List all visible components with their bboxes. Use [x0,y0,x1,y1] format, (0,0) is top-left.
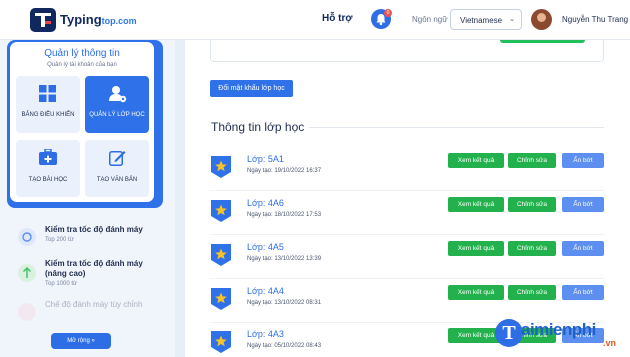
class-created-date: Ngày tạo: 05/10/2022 08:43 [247,343,322,349]
edit-class-button[interactable]: Chỉnh sửa [508,197,556,212]
user-gear-icon [109,86,127,103]
top-panel [210,40,604,62]
chevron-down-icon: ⌄ [509,16,515,23]
view-results-button[interactable]: Xem kết quả [448,197,504,212]
typingtop-logo-icon[interactable] [30,8,56,32]
menu-item-subtitle: Top 1000 từ [45,281,78,287]
top-header: Typingtop.com Hỗ trợ 0 Ngôn ngữ Vietname… [0,0,630,40]
star-badge-icon [211,200,231,222]
menu-item-typing-test-advanced[interactable]: Kiểm tra tốc độ đánh máy (nâng cao) Top … [18,259,168,289]
view-results-button[interactable]: Xem kết quả [448,153,504,168]
user-avatar[interactable] [531,9,552,30]
class-row: Lớp: 5A1 Ngày tạo: 19/10/2022 16:37 Xem kế… [210,152,604,188]
hide-class-button[interactable]: Ẩn bớt [562,241,604,256]
section-divider [309,127,604,128]
nav-help-link[interactable]: Hỗ trợ [322,13,352,24]
tile-create-lesson[interactable]: TẠO BÀI HỌC [16,140,80,197]
info-card-title: Quản lý thông tin [44,48,120,59]
edit-class-button[interactable]: Chỉnh sửa [508,153,556,168]
tile-dashboard[interactable]: BẢNG ĐIỀU KHIỂN [16,76,80,133]
language-label: Ngôn ngữ [412,15,448,24]
sidebar-divider [175,40,185,357]
class-row: Lớp: 4A6 Ngày tạo: 18/10/2022 17:53 Xem kế… [210,196,604,232]
class-created-date: Ngày tạo: 19/10/2022 16:37 [247,168,322,174]
menu-item-custom-typing[interactable]: Chế độ đánh máy tùy chỉnh [18,300,168,330]
class-name[interactable]: Lớp: 5A1 [247,154,284,164]
star-badge-icon [211,331,231,353]
menu-item-title: Kiểm tra tốc độ đánh máy [45,225,143,234]
menu-item-title: Chế độ đánh máy tùy chỉnh [45,300,143,309]
row-divider [210,278,604,279]
class-name[interactable]: Lớp: 4A6 [247,198,284,208]
tile-label: BẢNG ĐIỀU KHIỂN [21,112,75,118]
class-row: Lớp: 4A4 Ngày tạo: 13/10/2022 08:31 Xem kế… [210,284,604,320]
briefcase-plus-icon [39,149,57,165]
class-created-date: Ngày tạo: 13/10/2022 13:39 [247,256,322,262]
class-row: Lớp: 4A5 Ngày tạo: 13/10/2022 13:39 Xem kế… [210,240,604,276]
user-name[interactable]: Nguyễn Thu Trang [562,15,628,24]
edit-icon [109,151,126,166]
star-badge-icon [211,288,231,310]
view-results-button[interactable]: Xem kết quả [448,241,504,256]
watermark-logo: T aimienphi .vn [495,316,625,354]
menu-item-typing-test[interactable]: Kiểm tra tốc độ đánh máy Top 200 từ [18,225,168,255]
tile-label: QUẢN LÝ LỚP HỌC [89,112,145,118]
tile-label: TẠO BÀI HỌC [28,177,68,183]
settings-icon [18,303,36,321]
expand-more-button[interactable]: Mở rộng » [51,333,111,349]
grid-icon [39,85,56,102]
watermark-letter: T [495,319,523,347]
brand-name[interactable]: Typingtop.com [60,12,137,27]
tile-create-text[interactable]: TẠO VĂN BẢN [85,140,149,197]
edit-class-button[interactable]: Chỉnh sửa [508,241,556,256]
hide-class-button[interactable]: Ẩn bớt [562,285,604,300]
change-class-password-button[interactable]: Đổi mật khẩu lớp học [210,80,293,97]
green-button-edge[interactable] [500,40,585,43]
tile-class-management[interactable]: QUẢN LÝ LỚP HỌC [85,76,149,133]
star-badge-icon [211,156,231,178]
menu-item-title: Kiểm tra tốc độ đánh máy (nâng cao) [45,259,143,278]
class-name[interactable]: Lớp: 4A5 [247,242,284,252]
arrow-up-icon [18,264,36,282]
info-card-subtitle: Quản lý tài khoản của bạn [47,62,117,68]
watermark-text: aimienphi [521,320,596,339]
menu-item-subtitle: Top 200 từ [45,237,74,243]
section-title: Thông tin lớp học [211,120,305,134]
star-badge-icon [211,244,231,266]
row-divider [210,234,604,235]
watermark-suffix: .vn [603,338,617,348]
edit-class-button[interactable]: Chỉnh sửa [508,285,556,300]
hide-class-button[interactable]: Ẩn bớt [562,153,604,168]
row-divider [210,190,604,191]
tile-label: TẠO VĂN BẢN [96,177,138,183]
view-results-button[interactable]: Xem kết quả [448,285,504,300]
class-name[interactable]: Lớp: 4A4 [247,286,284,296]
language-value: Vietnamese [460,16,503,25]
class-name[interactable]: Lớp: 4A3 [247,329,284,339]
hide-class-button[interactable]: Ẩn bớt [562,197,604,212]
notification-badge: 0 [384,9,392,17]
refresh-icon [18,228,36,246]
class-created-date: Ngày tạo: 18/10/2022 17:53 [247,212,322,218]
language-select[interactable]: Vietnamese ⌄ [450,9,522,30]
class-created-date: Ngày tạo: 13/10/2022 08:31 [247,300,322,306]
